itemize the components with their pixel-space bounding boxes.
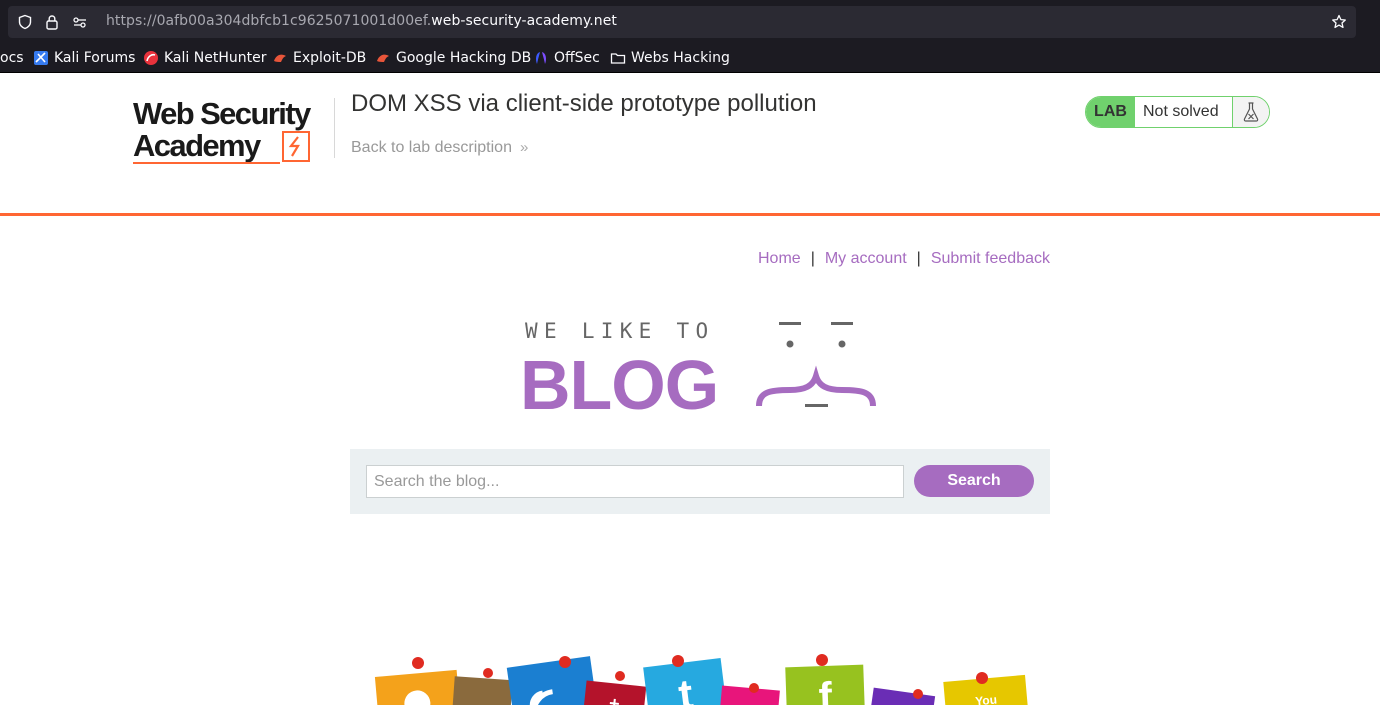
- bookmark-star-icon[interactable]: [1331, 14, 1347, 30]
- lab-status-text: Not solved: [1135, 97, 1233, 127]
- search-button[interactable]: Search: [914, 465, 1034, 497]
- web-security-academy-logo[interactable]: Web Security Academy: [133, 96, 333, 166]
- kali-nethunter-icon: [144, 51, 158, 65]
- address-bar[interactable]: https://0afb00a304dbfcb1c9625071001d00ef…: [8, 6, 1356, 38]
- ghdb-icon: [377, 54, 389, 62]
- svg-text:You: You: [975, 692, 998, 705]
- exploit-db-icon: [274, 54, 286, 62]
- lab-title: DOM XSS via client-side prototype pollut…: [351, 90, 817, 117]
- bookmark-docs[interactable]: ocs: [0, 49, 24, 67]
- bookmark-exploit-db[interactable]: Exploit-DB: [272, 49, 366, 67]
- bookmark-label: Google Hacking DB: [396, 50, 532, 66]
- bookmark-folder-webs-hacking[interactable]: Webs Hacking: [610, 49, 730, 67]
- kali-forums-icon: [34, 51, 48, 65]
- we-like-to-blog-banner: WE LIKE TO BLOG: [520, 319, 876, 416]
- bookmarks-toolbar: ocs Kali Forums Kali NetHunter Exploit-D…: [0, 42, 1380, 73]
- folder-icon: [610, 53, 626, 64]
- nav-submit-feedback-link[interactable]: Submit feedback: [931, 250, 1050, 267]
- url-prefix: https://0afb00a304dbfcb1c9625071001d00ef…: [106, 13, 432, 29]
- back-to-lab-description-link[interactable]: Back to lab description »: [351, 139, 528, 157]
- top-nav: Home | My account | Submit feedback: [758, 250, 1050, 268]
- nav-my-account-link[interactable]: My account: [825, 250, 907, 267]
- bookmark-label: Exploit-DB: [293, 50, 367, 66]
- banner-top-text: WE LIKE TO: [525, 319, 714, 343]
- search-section: Search: [350, 449, 1050, 514]
- bookmark-label: ocs: [0, 50, 24, 66]
- nav-separator: |: [810, 250, 815, 267]
- nav-separator: |: [916, 250, 921, 267]
- svg-text:+: +: [608, 693, 621, 705]
- bookmark-label: Kali NetHunter: [164, 50, 267, 66]
- bookmark-offsec[interactable]: OffSec: [533, 49, 600, 67]
- nav-home-link[interactable]: Home: [758, 250, 801, 267]
- social-media-hero-image: + t f You: [374, 654, 1030, 705]
- flask-icon: [1233, 97, 1269, 127]
- bookmark-label: OffSec: [554, 50, 600, 66]
- back-link-label: Back to lab description: [351, 139, 512, 156]
- face-emblem-icon: [756, 322, 876, 407]
- svg-text:f: f: [818, 675, 834, 705]
- lock-icon[interactable]: [44, 14, 60, 30]
- lab-status-widget: LAB Not solved: [1085, 96, 1270, 128]
- logo-line1: Web Security: [133, 96, 312, 131]
- url-text[interactable]: https://0afb00a304dbfcb1c9625071001d00ef…: [106, 13, 617, 29]
- search-input[interactable]: [366, 465, 904, 498]
- double-chevron-right-icon: »: [519, 139, 529, 156]
- logo-divider: [334, 98, 335, 158]
- bookmark-kali-nethunter[interactable]: Kali NetHunter: [143, 49, 266, 67]
- offsec-icon: [536, 52, 546, 64]
- banner-main-text: BLOG: [520, 346, 718, 416]
- bookmark-label: Webs Hacking: [631, 50, 730, 66]
- bookmark-kali-forums[interactable]: Kali Forums: [33, 49, 135, 67]
- bookmark-ghdb[interactable]: Google Hacking DB: [375, 49, 531, 67]
- logo-line2: Academy: [133, 128, 262, 163]
- lab-header: Web Security Academy DOM XSS via client-…: [0, 74, 1380, 216]
- lab-tag: LAB: [1086, 97, 1135, 127]
- browser-toolbar: https://0afb00a304dbfcb1c9625071001d00ef…: [0, 0, 1380, 42]
- bookmark-label: Kali Forums: [54, 50, 136, 66]
- shield-icon[interactable]: [17, 14, 33, 30]
- permissions-icon[interactable]: [72, 14, 88, 30]
- url-domain: web-security-academy.net: [431, 13, 617, 29]
